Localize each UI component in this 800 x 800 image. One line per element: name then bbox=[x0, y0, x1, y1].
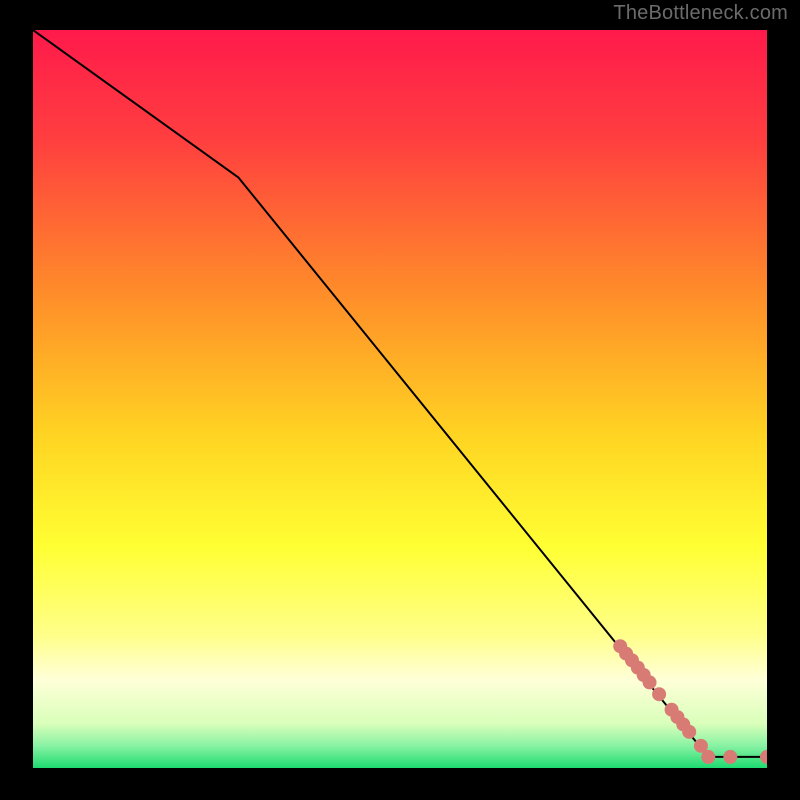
chart-frame bbox=[33, 30, 767, 768]
chart-overlay bbox=[33, 30, 767, 768]
chart-markers bbox=[613, 639, 767, 764]
chart-marker bbox=[701, 750, 715, 764]
chart-marker bbox=[760, 750, 767, 764]
chart-marker bbox=[643, 675, 657, 689]
chart-marker bbox=[682, 725, 696, 739]
attribution-text: TheBottleneck.com bbox=[613, 2, 788, 25]
chart-plot-area bbox=[33, 30, 767, 768]
chart-marker bbox=[652, 687, 666, 701]
chart-curve bbox=[33, 30, 767, 757]
chart-marker bbox=[723, 750, 737, 764]
